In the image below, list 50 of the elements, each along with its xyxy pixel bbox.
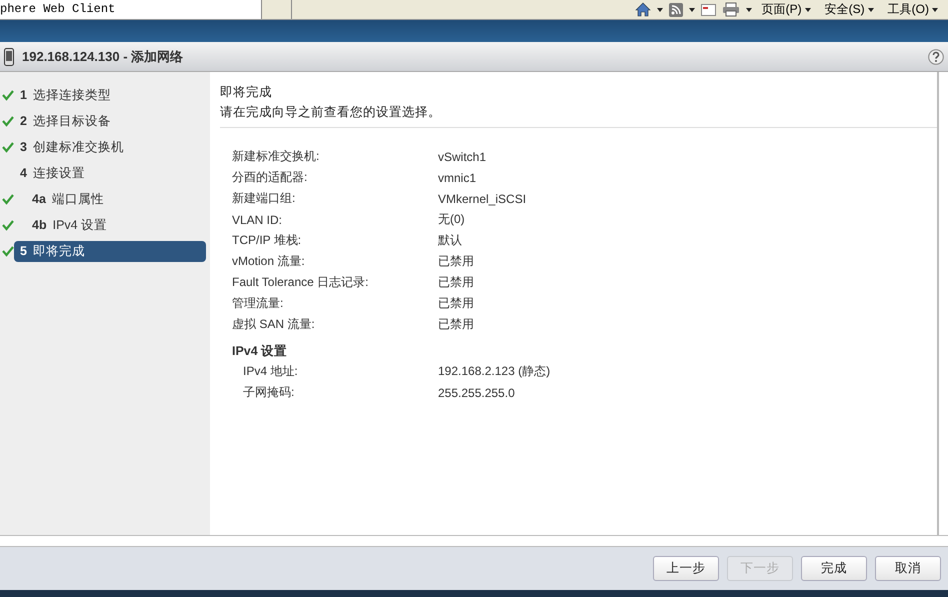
setting-value: 已禁用: [438, 274, 475, 291]
setting-value: 默认: [438, 232, 463, 249]
setting-label: 子网掩码:: [243, 384, 296, 401]
step-item[interactable]: 4 连接设置: [14, 162, 206, 184]
caret-icon[interactable]: [746, 8, 752, 12]
setting-value: 已禁用: [438, 295, 475, 312]
setting-label: 分酉的适配器:: [232, 169, 308, 186]
setting-value: 已禁用: [438, 316, 475, 333]
setting-value: 无(0): [438, 211, 466, 228]
setting-label: 管理流量:: [232, 295, 284, 312]
step-item[interactable]: 4a 端口属性: [14, 188, 206, 210]
caret-icon[interactable]: [656, 8, 663, 12]
step-item[interactable]: 2 选择目标设备: [14, 110, 206, 132]
setting-value: 192.168.2.123 (静态): [438, 363, 552, 380]
setting-label: 新建端口组:: [232, 190, 296, 207]
setting-value: vSwitch1: [438, 150, 488, 164]
printer-icon[interactable]: [722, 2, 740, 17]
setting-label: VLAN ID:: [232, 212, 284, 226]
menu-button[interactable]: 工具(O): [884, 1, 942, 18]
step-item[interactable]: 5 即将完成: [14, 240, 206, 262]
setting-label: TCP/IP 堆栈:: [232, 232, 302, 249]
mail-icon[interactable]: [700, 4, 716, 16]
home-icon[interactable]: [634, 2, 651, 17]
setting-label: Fault Tolerance 日志记录:: [232, 274, 370, 291]
menu-button[interactable]: 安全(S): [820, 1, 878, 18]
feed-icon[interactable]: [668, 2, 683, 16]
setting-label: 新建标准交换机:: [232, 148, 320, 165]
wizard-button[interactable]: 上一步: [653, 556, 719, 581]
page-heading: 即将完成: [220, 84, 273, 101]
menu-button[interactable]: 页面(P): [758, 1, 815, 18]
dialog-title: 192.168.124.130 - 添加网络: [22, 48, 184, 66]
page-description: 请在完成向导之前查看您的设置选择。: [220, 104, 937, 128]
step-item[interactable]: 3 创建标准交换机: [14, 136, 206, 158]
setting-label: vMotion 流量:: [232, 253, 306, 270]
setting-value: vmnic1: [438, 170, 478, 184]
section-heading: IPv4 设置: [232, 342, 288, 360]
phone-icon: [4, 48, 14, 66]
help-icon[interactable]: [928, 48, 944, 64]
setting-value: VMkernel_iSCSI: [438, 192, 528, 206]
setting-label: IPv4 地址:: [243, 363, 299, 380]
wizard-button[interactable]: 完成: [801, 556, 867, 581]
wizard-button[interactable]: 取消: [875, 556, 941, 581]
step-item[interactable]: 1 选择连接类型: [14, 84, 206, 106]
caret-icon[interactable]: [688, 8, 695, 12]
browser-tab[interactable]: phere Web Client: [0, 0, 262, 19]
setting-value: 255.255.255.0: [438, 386, 516, 400]
setting-value: 已禁用: [438, 253, 475, 270]
setting-label: 虚拟 SAN 流量:: [232, 316, 316, 333]
horizontal-scrollbar[interactable]: [0, 535, 948, 547]
step-item[interactable]: 4b IPv4 设置: [14, 214, 206, 236]
